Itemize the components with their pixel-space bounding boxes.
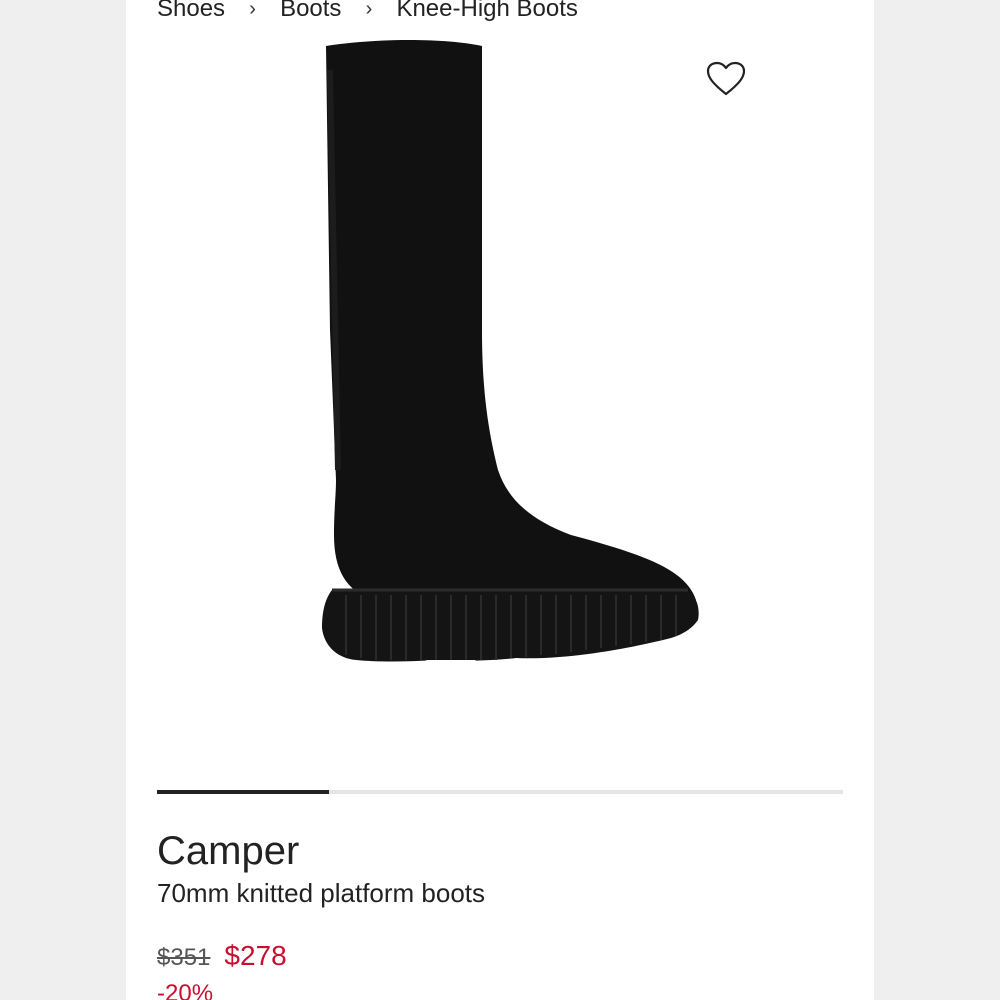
product-image[interactable] (286, 30, 726, 730)
image-carousel-progress (157, 790, 843, 794)
discount-badge: -20% (157, 980, 214, 1000)
breadcrumb-shoes[interactable]: Shoes (157, 0, 225, 23)
breadcrumb-separator-icon: › (365, 0, 373, 20)
product-description: 70mm knitted platform boots (157, 878, 486, 908)
sale-price: $278 (224, 940, 287, 971)
breadcrumb-separator-icon: › (249, 0, 256, 20)
right-gutter (874, 0, 1000, 1000)
wishlist-button[interactable] (704, 58, 748, 100)
breadcrumb-boots[interactable]: Boots (280, 0, 341, 23)
product-page: Shoes › Boots › Knee-High Boots Camper 7… (126, 0, 874, 1000)
carousel-progress-fill (157, 790, 329, 794)
breadcrumb-knee-high-boots[interactable]: Knee-High Boots (396, 0, 577, 23)
heart-outline-icon (706, 61, 746, 96)
original-price: $351 (157, 944, 211, 971)
knee-high-boot-image (322, 40, 699, 668)
product-brand[interactable]: Camper (157, 826, 299, 876)
price-row: $351 $278 (157, 940, 287, 972)
left-gutter (0, 0, 126, 1000)
breadcrumb: Shoes › Boots › Knee-High Boots (157, 0, 578, 26)
